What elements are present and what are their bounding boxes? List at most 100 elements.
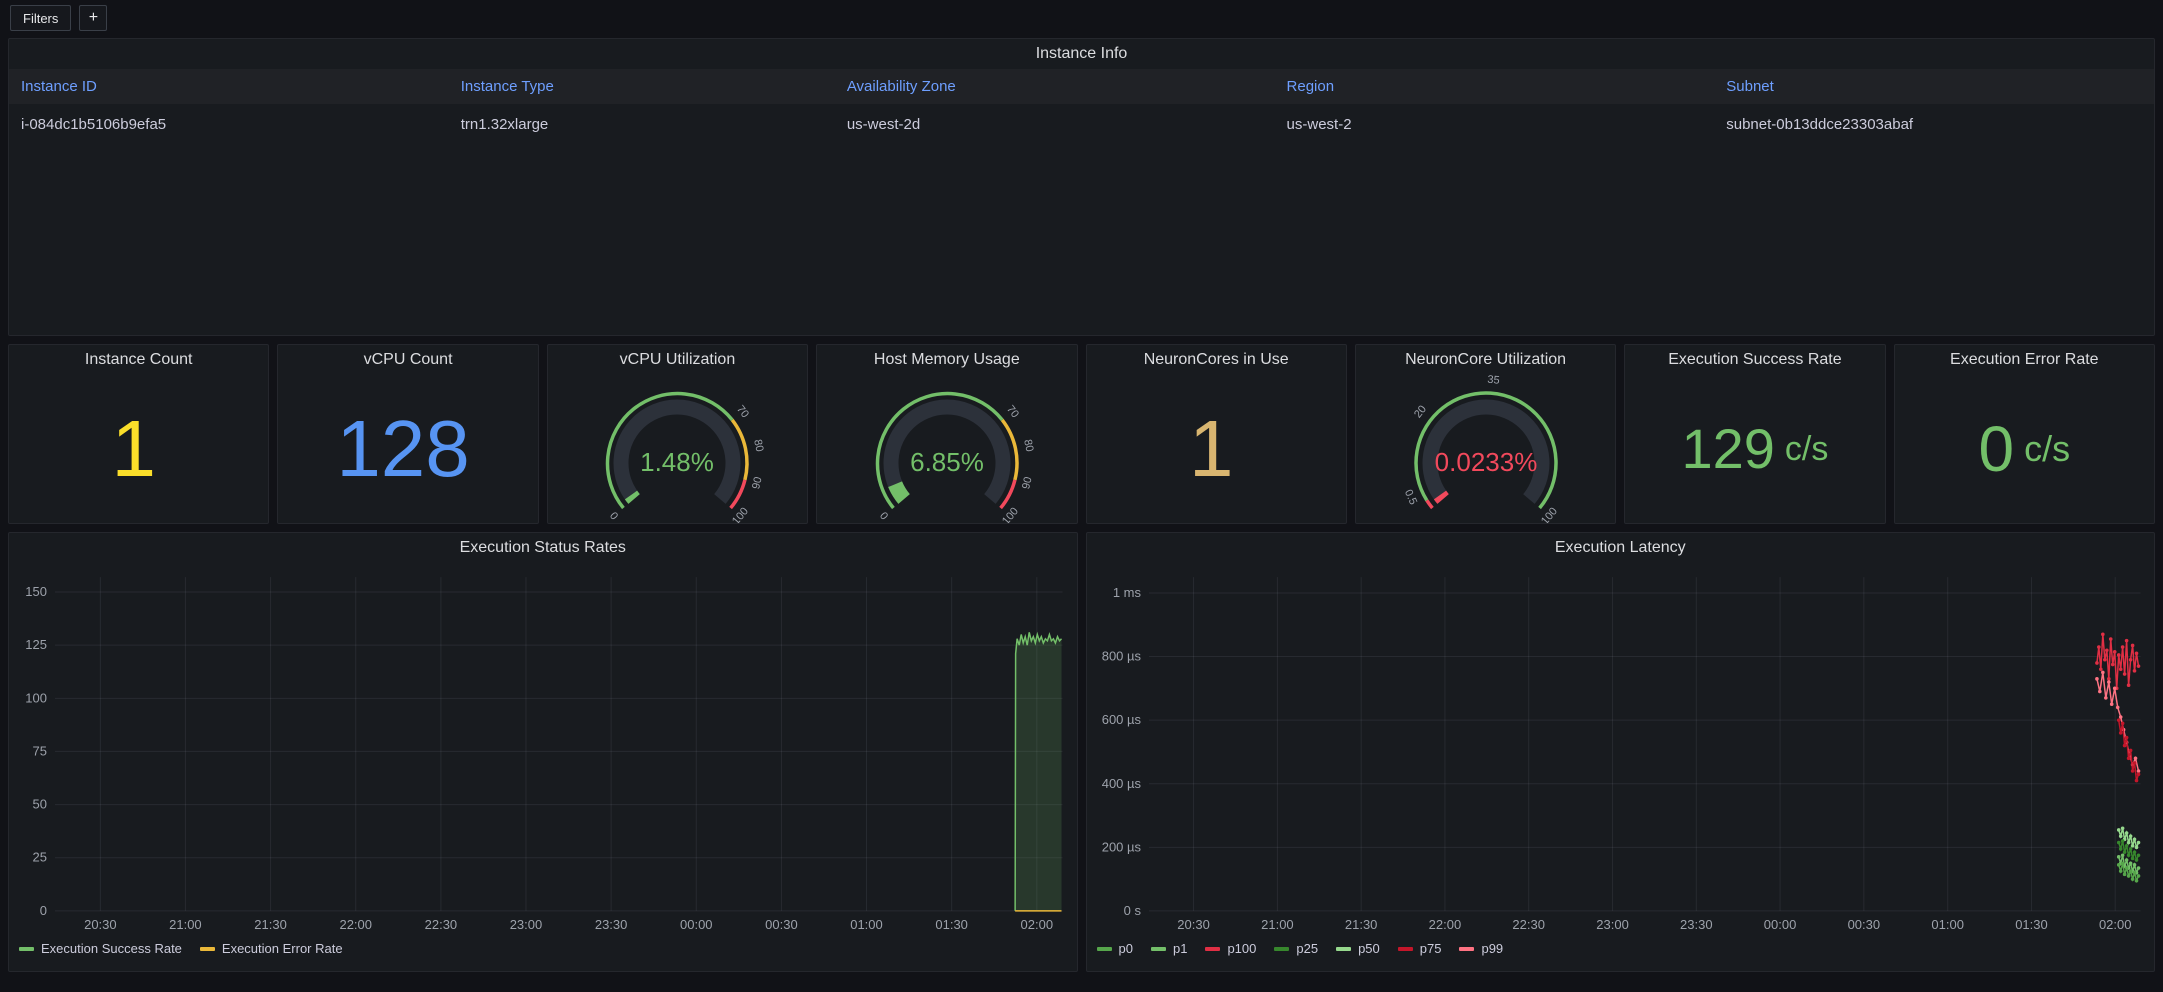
panel-title: Execution Status Rates [9, 533, 1077, 563]
charts-row: Execution Status Rates 02550751001251502… [8, 532, 2155, 972]
dashboard-toolbar: Filters + [0, 0, 2163, 36]
chart-legend: p0 p1 p100 p25 p50 p75 p99 [1087, 939, 2155, 960]
panel-instance-info: Instance Info Instance ID Instance Type … [8, 38, 2155, 336]
legend-label: p50 [1358, 941, 1380, 956]
stat-value: 128 [278, 375, 537, 523]
svg-text:25: 25 [33, 850, 47, 865]
svg-text:0.0233%: 0.0233% [1434, 447, 1537, 477]
svg-text:200 µs: 200 µs [1101, 839, 1141, 854]
column-header-region[interactable]: Region [1275, 69, 1715, 104]
svg-text:21:00: 21:00 [169, 917, 202, 932]
svg-text:21:00: 21:00 [1261, 917, 1294, 932]
legend-label: p1 [1173, 941, 1187, 956]
svg-text:100: 100 [1539, 505, 1560, 524]
svg-text:35: 35 [1486, 375, 1499, 387]
legend-item[interactable]: p1 [1151, 941, 1187, 956]
legend-item[interactable]: p0 [1097, 941, 1133, 956]
panel-execution-success-rate: Execution Success Rate 129c/s [1624, 344, 1885, 524]
svg-text:22:30: 22:30 [425, 917, 458, 932]
legend-swatch-icon [1274, 947, 1289, 951]
legend-swatch-icon [1459, 947, 1474, 951]
stat-value: 0c/s [1895, 375, 2154, 523]
chart-legend: Execution Success Rate Execution Error Ra… [9, 939, 1077, 960]
svg-text:00:30: 00:30 [1847, 917, 1880, 932]
panel-vcpu-utilization: vCPU Utilization 07080901001.48% [547, 344, 808, 524]
svg-text:01:00: 01:00 [1931, 917, 1964, 932]
svg-text:01:00: 01:00 [850, 917, 883, 932]
panel-execution-latency: Execution Latency 0 s200 µs400 µs600 µs8… [1086, 532, 2156, 972]
svg-text:80: 80 [1021, 438, 1035, 452]
svg-text:100: 100 [25, 690, 47, 705]
svg-text:23:30: 23:30 [595, 917, 628, 932]
legend-item[interactable]: Execution Error Rate [200, 941, 343, 956]
cell-instance-id: i-084dc1b5106b9efa5 [9, 104, 449, 145]
svg-text:0: 0 [40, 903, 47, 918]
column-header-availability-zone[interactable]: Availability Zone [835, 69, 1275, 104]
dashboard-grid: Instance Info Instance ID Instance Type … [0, 36, 2163, 980]
legend-item[interactable]: p75 [1398, 941, 1442, 956]
column-header-instance-type[interactable]: Instance Type [449, 69, 835, 104]
panel-neuroncore-utilization: NeuronCore Utilization 0.5 20 35 100 0.0233% [1355, 344, 1616, 524]
legend-swatch-icon [19, 947, 34, 951]
svg-text:125: 125 [25, 637, 47, 652]
svg-text:00:30: 00:30 [765, 917, 798, 932]
svg-text:20: 20 [1412, 403, 1429, 420]
column-header-subnet[interactable]: Subnet [1714, 69, 2154, 104]
svg-text:90: 90 [751, 476, 766, 491]
svg-text:0.5: 0.5 [1401, 488, 1418, 507]
svg-text:23:00: 23:00 [510, 917, 543, 932]
legend-item[interactable]: p99 [1459, 941, 1503, 956]
legend-swatch-icon [1398, 947, 1413, 951]
svg-text:70: 70 [734, 403, 751, 420]
svg-text:100: 100 [730, 505, 751, 524]
svg-text:20:30: 20:30 [84, 917, 117, 932]
legend-item[interactable]: p100 [1205, 941, 1256, 956]
svg-text:800 µs: 800 µs [1101, 649, 1141, 664]
panel-title: NeuronCore Utilization [1356, 345, 1615, 375]
neuroncore-utilization-gauge: 0.5 20 35 100 0.0233% [1356, 375, 1615, 524]
panel-instance-count: Instance Count 1 [8, 344, 269, 524]
panel-execution-error-rate: Execution Error Rate 0c/s [1894, 344, 2155, 524]
execution-latency-chart[interactable]: 0 s200 µs400 µs600 µs800 µs1 ms20:3021:0… [1087, 563, 2155, 939]
legend-item[interactable]: p25 [1274, 941, 1318, 956]
legend-label: p100 [1227, 941, 1256, 956]
column-header-instance-id[interactable]: Instance ID [9, 69, 449, 104]
legend-swatch-icon [200, 947, 215, 951]
table-row: i-084dc1b5106b9efa5 trn1.32xlarge us-wes… [9, 104, 2154, 145]
svg-text:01:30: 01:30 [2015, 917, 2048, 932]
svg-text:01:30: 01:30 [935, 917, 967, 932]
stat-value: 129c/s [1625, 375, 1884, 523]
svg-text:75: 75 [33, 743, 47, 758]
stat-value: 1 [9, 375, 268, 523]
svg-text:600 µs: 600 µs [1101, 712, 1141, 727]
svg-text:90: 90 [1020, 476, 1035, 491]
cell-instance-type: trn1.32xlarge [449, 104, 835, 145]
svg-text:21:30: 21:30 [254, 917, 287, 932]
filters-button[interactable]: Filters [10, 5, 71, 31]
legend-item[interactable]: p50 [1336, 941, 1380, 956]
cell-subnet: subnet-0b13ddce23303abaf [1714, 104, 2154, 145]
panel-title: vCPU Count [278, 345, 537, 375]
cell-availability-zone: us-west-2d [835, 104, 1275, 145]
legend-label: p75 [1420, 941, 1442, 956]
panel-vcpu-count: vCPU Count 128 [277, 344, 538, 524]
svg-text:23:00: 23:00 [1596, 917, 1629, 932]
svg-text:02:00: 02:00 [1021, 917, 1054, 932]
svg-text:22:00: 22:00 [339, 917, 372, 932]
svg-text:0: 0 [877, 510, 890, 522]
svg-text:1.48%: 1.48% [641, 447, 715, 477]
execution-status-chart[interactable]: 025507510012515020:3021:0021:3022:0022:3… [9, 563, 1077, 939]
legend-item[interactable]: Execution Success Rate [19, 941, 182, 956]
panel-title: Execution Error Rate [1895, 345, 2154, 375]
cell-region: us-west-2 [1275, 104, 1715, 145]
legend-swatch-icon [1151, 947, 1166, 951]
svg-text:23:30: 23:30 [1680, 917, 1712, 932]
svg-text:0 s: 0 s [1123, 903, 1141, 918]
add-filter-button[interactable]: + [79, 5, 107, 31]
panel-title: Host Memory Usage [817, 345, 1076, 375]
legend-swatch-icon [1097, 947, 1112, 951]
svg-text:1 ms: 1 ms [1112, 585, 1141, 600]
svg-text:00:00: 00:00 [1763, 917, 1796, 932]
svg-text:100: 100 [1000, 505, 1021, 524]
svg-text:80: 80 [752, 438, 766, 452]
